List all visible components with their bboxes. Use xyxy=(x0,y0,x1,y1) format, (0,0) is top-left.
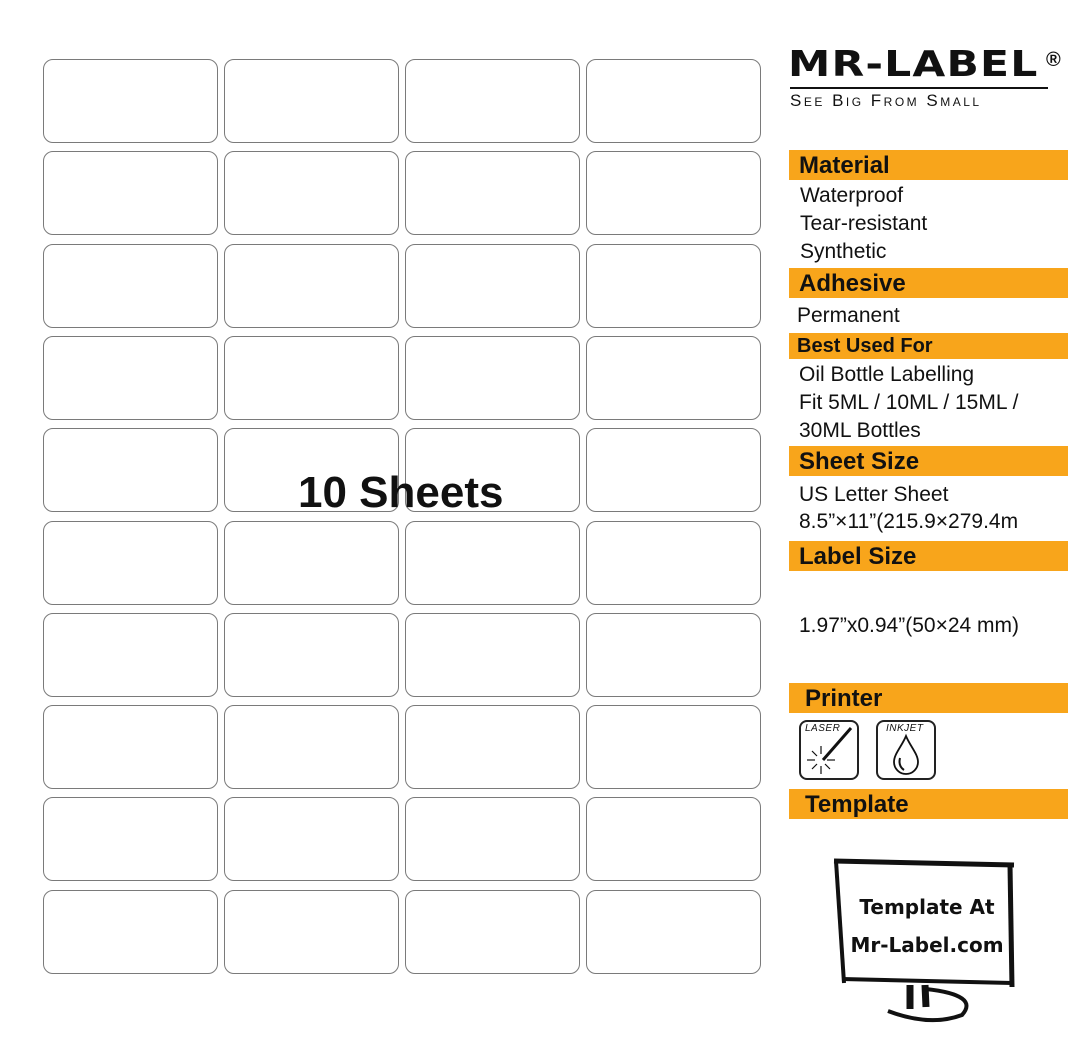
blank-label xyxy=(43,151,218,235)
blank-label xyxy=(405,151,580,235)
laser-printer-icon: LASER xyxy=(799,720,859,780)
blank-label xyxy=(586,428,761,512)
inkjet-printer-icon: INKJET xyxy=(876,720,936,780)
blank-label xyxy=(224,336,399,420)
blank-label xyxy=(586,797,761,881)
blank-label xyxy=(224,705,399,789)
blank-label xyxy=(43,613,218,697)
template-monitor-illustration: Template At Mr-Label.com xyxy=(830,855,1020,1030)
blank-label xyxy=(586,336,761,420)
label-sheet xyxy=(0,0,780,1041)
blank-label xyxy=(224,244,399,328)
label-size-item: 1.97”x0.94”(50×24 mm) xyxy=(799,614,1020,637)
blank-label xyxy=(43,336,218,420)
blank-label xyxy=(224,613,399,697)
blank-label xyxy=(224,59,399,143)
blank-label xyxy=(43,705,218,789)
printer-heading: Printer xyxy=(789,683,1068,713)
material-heading: Material xyxy=(789,150,1068,180)
blank-label xyxy=(586,613,761,697)
blank-label xyxy=(43,244,218,328)
best-used-for-item: Fit 5ML / 10ML / 15ML / xyxy=(799,391,1019,414)
material-item: Waterproof xyxy=(800,184,904,207)
blank-label xyxy=(224,890,399,974)
blank-label xyxy=(586,890,761,974)
blank-label xyxy=(586,151,761,235)
laser-glyph xyxy=(807,727,853,774)
blank-label xyxy=(405,613,580,697)
blank-label xyxy=(405,705,580,789)
blank-label xyxy=(43,59,218,143)
ink-drop-glyph xyxy=(893,733,919,775)
sheet-size-heading: Sheet Size xyxy=(789,446,1068,476)
brand-name: MR-LABEL xyxy=(788,44,1039,85)
monitor-text-line: Template At xyxy=(859,895,995,919)
monitor-text-line: Mr-Label.com xyxy=(850,933,1004,957)
best-used-for-heading: Best Used For xyxy=(789,333,1068,359)
blank-label xyxy=(405,59,580,143)
best-used-for-item: Oil Bottle Labelling xyxy=(799,363,975,386)
adhesive-heading: Adhesive xyxy=(789,268,1068,298)
registered-mark: ® xyxy=(1046,49,1061,71)
brand-logo: MR-LABEL ® See Big From Small xyxy=(788,44,1068,111)
blank-label xyxy=(586,244,761,328)
sheet-count-text: 10 Sheets xyxy=(298,468,504,517)
best-used-for-item: 30ML Bottles xyxy=(799,419,921,442)
blank-label xyxy=(224,797,399,881)
blank-label xyxy=(405,521,580,605)
sheet-size-item: US Letter Sheet xyxy=(799,483,949,506)
material-item: Synthetic xyxy=(800,240,887,263)
adhesive-item: Permanent xyxy=(797,304,900,327)
blank-label xyxy=(586,705,761,789)
blank-label xyxy=(405,797,580,881)
blank-label xyxy=(224,151,399,235)
blank-label xyxy=(43,521,218,605)
logo-divider xyxy=(790,87,1048,89)
blank-label xyxy=(405,890,580,974)
blank-label xyxy=(43,890,218,974)
blank-label xyxy=(405,244,580,328)
sheet-size-item: 8.5”×11”(215.9×279.4m xyxy=(799,510,1019,533)
blank-label xyxy=(224,521,399,605)
brand-tagline: See Big From Small xyxy=(790,91,982,110)
label-size-heading: Label Size xyxy=(789,541,1068,571)
blank-label xyxy=(586,521,761,605)
blank-label xyxy=(43,797,218,881)
blank-label xyxy=(586,59,761,143)
template-heading: Template xyxy=(789,789,1068,819)
blank-label xyxy=(43,428,218,512)
material-item: Tear-resistant xyxy=(800,212,928,235)
blank-label xyxy=(405,336,580,420)
